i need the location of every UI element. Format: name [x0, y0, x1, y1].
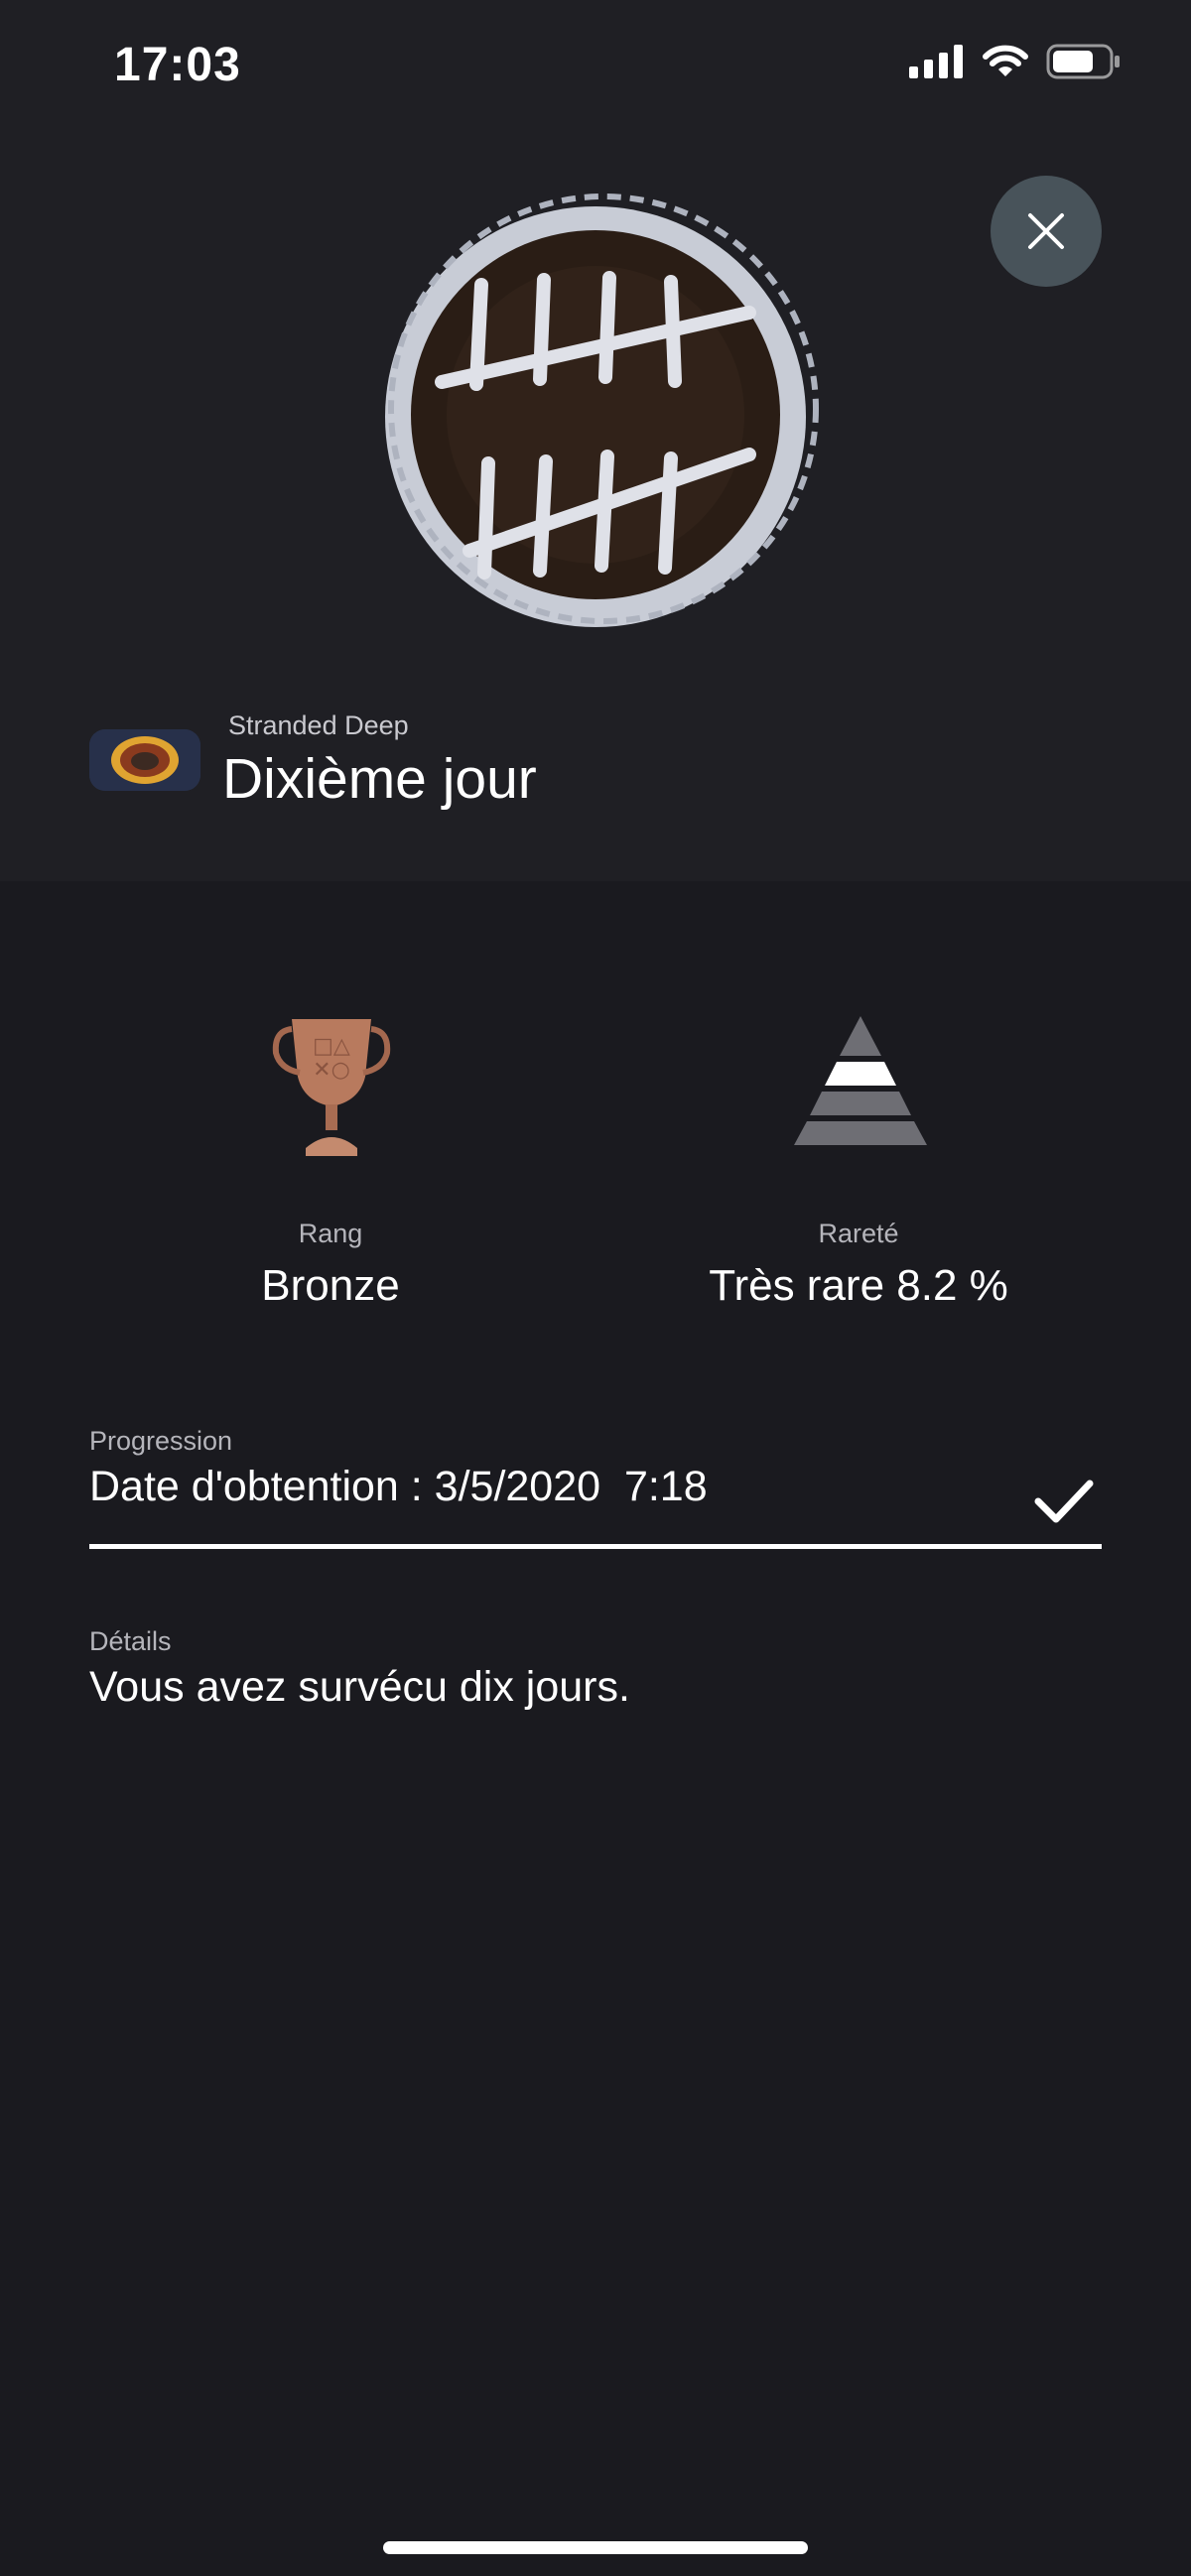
rank-stat: Rang Bronze: [72, 1219, 589, 1311]
wifi-icon: [983, 45, 1028, 76]
earned-date: Date d'obtention : 3/5/2020 7:18: [89, 1463, 708, 1510]
trophy-name: Dixième jour: [222, 747, 537, 811]
rarity-pyramid-icon: [794, 1016, 927, 1145]
rank-label: Rang: [298, 1219, 363, 1248]
progression-label: Progression: [89, 1426, 233, 1456]
progress-fill: [89, 1544, 1102, 1549]
details-label: Détails: [89, 1626, 172, 1656]
game-name: Stranded Deep: [228, 710, 409, 740]
progress-bar: [89, 1544, 1102, 1549]
rank-value: Bronze: [261, 1261, 400, 1310]
close-icon: [1028, 213, 1064, 249]
check-icon: [1034, 1480, 1094, 1523]
rarity-value: Très rare 8.2 %: [709, 1261, 1008, 1310]
trophy-artwork: [385, 193, 819, 627]
svg-text:□△: □△: [313, 1034, 350, 1059]
game-thumbnail: [89, 729, 200, 791]
svg-text:✕○: ✕○: [313, 1058, 350, 1083]
battery-icon: [1046, 44, 1120, 79]
home-indicator: [383, 2541, 808, 2554]
status-icons: [909, 44, 1122, 79]
status-time: 17:03: [114, 39, 241, 91]
bronze-trophy-icon: □△ ✕○: [272, 1019, 391, 1156]
cellular-signal-icon: [909, 45, 963, 78]
rarity-stat: Rareté Très rare 8.2 %: [600, 1219, 1117, 1311]
details-text: Vous avez survécu dix jours.: [89, 1663, 630, 1711]
rarity-label: Rareté: [818, 1219, 899, 1248]
close-button[interactable]: [991, 176, 1102, 287]
status-bar: 17:03: [0, 0, 1191, 139]
